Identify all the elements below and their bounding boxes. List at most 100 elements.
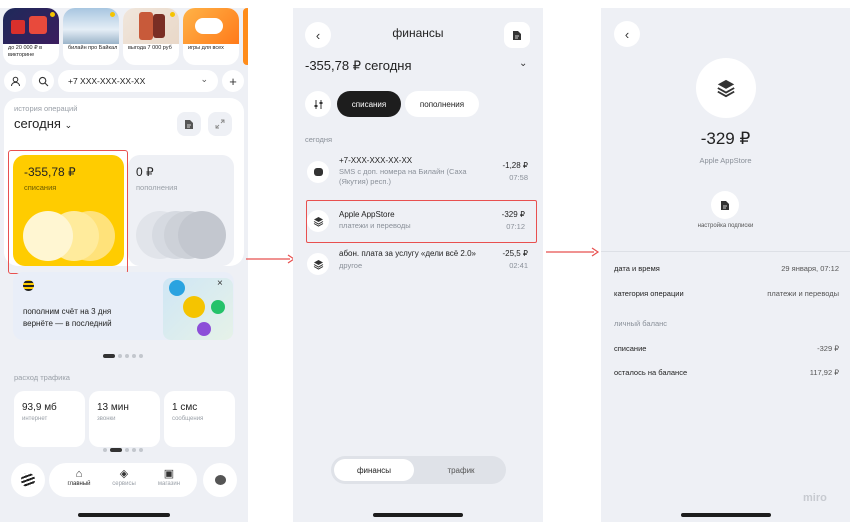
chart-circle — [178, 211, 226, 259]
beeline-button[interactable] — [11, 463, 45, 497]
highlight-frame — [8, 150, 128, 274]
detail-key: категория операции — [614, 289, 684, 298]
close-icon[interactable]: × — [217, 278, 223, 289]
nav-shop[interactable]: ▣ магазин — [149, 468, 189, 487]
transaction-subtitle: (Якутия) респ.) — [339, 177, 392, 186]
plus-icon: + — [229, 73, 237, 89]
balance-section-label: личный баланс — [614, 319, 668, 328]
tab-traffic[interactable]: трафик — [419, 459, 503, 481]
story-games[interactable]: игры для всех — [183, 8, 239, 65]
document-icon[interactable] — [177, 112, 201, 136]
transaction-detail-screen: ‹ -329 ₽ Apple AppStore настройка подпис… — [601, 8, 850, 522]
phone-icon — [153, 14, 165, 38]
layers-icon — [307, 253, 329, 275]
period-selector[interactable]: сегодня ⌄ — [14, 116, 72, 131]
story-caption: билайн про Байкал — [68, 45, 118, 51]
home-indicator — [78, 513, 170, 517]
transaction-row[interactable]: абон. плата за услугу «дели всё 2.0» дру… — [301, 247, 535, 283]
transaction-title: Apple AppStore — [339, 210, 395, 219]
wifi-icon — [197, 322, 211, 336]
nav-label: сервисы — [112, 481, 136, 487]
new-dot — [110, 12, 115, 17]
divider — [601, 251, 850, 252]
phone-number-selector[interactable]: +7 XXX-XXX-XX-XX ⌄ — [58, 70, 218, 92]
nav-label: магазин — [157, 481, 181, 487]
history-label: история операций — [14, 104, 78, 113]
layers-icon: ◈ — [119, 468, 129, 480]
back-button[interactable]: ‹ — [614, 21, 640, 47]
promo-pager — [103, 354, 143, 358]
chat-icon — [214, 475, 226, 485]
filter-settings-button[interactable] — [305, 91, 331, 117]
home-screen: до 20 000 ₽ в викторине билайн про Байка… — [0, 8, 248, 522]
chevron-down-icon: ⌄ — [64, 120, 73, 130]
subscription-settings-button[interactable] — [711, 191, 739, 219]
traffic-value: 1 смс — [172, 402, 198, 413]
transaction-subtitle: другое — [339, 261, 363, 270]
traffic-value: 93,9 мб — [22, 402, 57, 413]
expand-icon[interactable] — [208, 112, 232, 136]
traffic-pager — [103, 448, 143, 452]
filter-topups[interactable]: пополнения — [405, 91, 479, 117]
story-savings[interactable]: выгода 7 000 руб — [123, 8, 179, 65]
traffic-card-sms[interactable]: 1 смс сообщения — [164, 391, 235, 447]
flow-arrow — [246, 254, 296, 264]
subscription-settings-label: настройка подписки — [697, 223, 754, 229]
filter-spending[interactable]: списания — [337, 91, 401, 117]
detail-key: дата и время — [614, 264, 660, 273]
new-dot — [50, 12, 55, 17]
document-icon[interactable] — [504, 22, 530, 48]
finance-screen: ‹ финансы -355,78 ₽ сегодня ⌄ списания п… — [293, 8, 543, 522]
transaction-row-highlighted[interactable]: Apple AppStore платежи и переводы -329 ₽… — [301, 200, 537, 244]
new-dot — [170, 12, 175, 17]
balance-today: -355,78 ₽ сегодня — [305, 58, 412, 73]
gamepad-icon — [195, 18, 223, 34]
chevron-left-icon: ‹ — [624, 26, 630, 42]
miro-watermark: miro — [803, 492, 827, 504]
whatsapp-icon — [211, 300, 225, 314]
tab-finance[interactable]: финансы — [334, 459, 414, 481]
beeline-logo-icon — [21, 473, 35, 487]
detail-key: осталось на балансе — [614, 368, 688, 377]
story-caption: до 20 000 ₽ в викторине — [8, 45, 43, 58]
search-icon[interactable] — [32, 70, 54, 92]
topup-card[interactable]: 0 ₽ пополнения — [128, 155, 234, 266]
layers-icon — [307, 210, 329, 232]
transaction-subtitle: SMS с доп. номера на Билайн (Саха — [339, 167, 467, 176]
detail-key: списание — [614, 344, 647, 353]
period-label: сегодня — [14, 116, 61, 131]
flow-arrow — [546, 247, 600, 257]
tab-label: финансы — [356, 465, 392, 475]
transaction-title: +7-XXX-XXX-XX-XX — [339, 156, 413, 165]
home-indicator — [681, 513, 771, 517]
story-quiz[interactable]: до 20 000 ₽ в викторине — [3, 8, 59, 65]
transaction-row[interactable]: +7-XXX-XXX-XX-XX SMS с доп. номера на Би… — [301, 155, 535, 191]
promo-banner[interactable]: пополним счёт на 3 дня вернёте — в после… — [13, 272, 234, 340]
transaction-amount: -329 ₽ — [501, 210, 525, 219]
chat-button[interactable] — [203, 463, 237, 497]
nav-label: главный — [67, 481, 91, 487]
nav-home[interactable]: ⌂ главный — [59, 468, 99, 487]
nav-services[interactable]: ◈ сервисы — [104, 468, 144, 487]
traffic-type: интернет — [22, 416, 48, 422]
add-number-button[interactable]: + — [222, 70, 244, 92]
story-baikal[interactable]: билайн про Байкал — [63, 8, 119, 65]
profile-icon[interactable] — [4, 70, 26, 92]
traffic-label: расход трафика — [14, 373, 70, 382]
traffic-value: 13 мин — [97, 402, 129, 413]
transaction-title: абон. плата за услугу «дели всё 2.0» — [339, 249, 476, 258]
message-icon — [307, 161, 329, 183]
coin-icon — [183, 296, 205, 318]
transaction-time: 07:12 — [506, 222, 525, 231]
filter-label: пополнения — [419, 99, 465, 109]
chevron-down-icon[interactable]: ⌄ — [519, 58, 527, 69]
traffic-card-internet[interactable]: 93,9 мб интернет — [14, 391, 85, 447]
story-partial[interactable] — [243, 8, 248, 65]
traffic-type: звонки — [97, 416, 116, 422]
bottom-tabs: финансы трафик — [331, 456, 506, 484]
transaction-amount: -25,5 ₽ — [502, 249, 528, 258]
traffic-card-calls[interactable]: 13 мин звонки — [89, 391, 160, 447]
story-caption: игры для всех — [188, 45, 224, 51]
detail-amount: -329 ₽ — [700, 129, 751, 148]
home-indicator — [373, 513, 463, 517]
